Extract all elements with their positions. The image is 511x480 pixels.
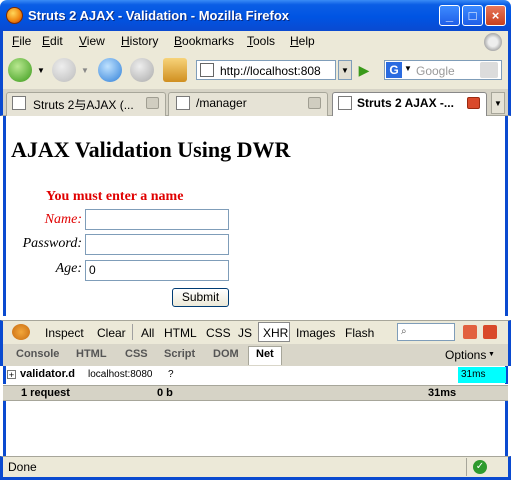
menu-file[interactable]: File xyxy=(12,34,31,48)
tab-list-icon[interactable]: ▼ xyxy=(491,92,505,114)
google-icon[interactable]: G xyxy=(386,62,402,78)
search-engine-dropdown-icon[interactable]: ▼ xyxy=(404,64,412,73)
menu-view[interactable]: View xyxy=(79,34,105,48)
error-message: You must enter a name xyxy=(46,189,184,204)
age-label: Age: xyxy=(55,261,82,276)
password-label: Password: xyxy=(22,236,82,251)
name-input[interactable] xyxy=(85,209,229,230)
page-icon xyxy=(200,63,214,77)
fb-filter-images[interactable]: Images xyxy=(296,326,335,340)
fb-tab-dom[interactable]: DOM xyxy=(213,348,239,360)
fb-tab-css[interactable]: CSS xyxy=(125,348,148,360)
tab-close-icon[interactable] xyxy=(467,97,480,109)
request-size: ? xyxy=(168,369,174,380)
fb-filter-html[interactable]: HTML xyxy=(164,326,197,340)
tab-page-icon xyxy=(12,96,26,110)
firebug-icon[interactable] xyxy=(12,324,30,340)
fb-filter-css[interactable]: CSS xyxy=(206,326,231,340)
search-icon: ⌕ xyxy=(401,326,407,337)
minimize-button[interactable]: _ xyxy=(439,5,460,26)
summary-size: 0 b xyxy=(157,387,173,399)
request-file: validator.d xyxy=(20,368,76,380)
menu-bookmarks[interactable]: Bookmarks xyxy=(174,34,234,48)
tab-close-icon[interactable] xyxy=(146,97,159,109)
tab-label: Struts 2 AJAX -... xyxy=(357,96,454,110)
fb-tab-html[interactable]: HTML xyxy=(76,348,107,360)
summary-requests: 1 request xyxy=(21,387,70,399)
forward-icon[interactable] xyxy=(52,58,76,82)
maximize-button[interactable]: □ xyxy=(462,5,483,26)
expand-icon[interactable]: + xyxy=(7,370,16,380)
fb-options-menu[interactable]: Options xyxy=(445,348,486,362)
fb-filter-flash[interactable]: Flash xyxy=(345,326,374,340)
tab-page-icon xyxy=(338,96,352,110)
fb-close-icon[interactable] xyxy=(483,325,497,339)
menu-history[interactable]: History xyxy=(121,34,158,48)
reload-icon[interactable] xyxy=(98,58,122,82)
search-placeholder: Google xyxy=(416,64,455,78)
fb-filter-all[interactable]: All xyxy=(141,326,154,340)
password-input[interactable] xyxy=(85,234,229,255)
name-label: Name: xyxy=(44,212,82,227)
throbber-icon xyxy=(484,33,502,51)
search-icon[interactable] xyxy=(480,62,498,78)
go-icon[interactable]: ▶ xyxy=(354,60,374,80)
firefox-icon xyxy=(6,7,23,24)
net-request-row[interactable] xyxy=(3,366,508,384)
summary-time: 31ms xyxy=(428,387,457,399)
window-title: Struts 2 AJAX - Validation - Mozilla Fir… xyxy=(28,8,290,23)
back-dropdown-icon[interactable]: ▼ xyxy=(37,66,45,75)
tab-label: /manager xyxy=(196,96,247,110)
net-panel-body xyxy=(3,401,508,456)
tab-close-icon[interactable] xyxy=(308,97,321,109)
check-icon[interactable]: ✓ xyxy=(473,460,487,474)
fb-tab-net[interactable]: Net xyxy=(256,348,274,360)
chevron-down-icon: ▼ xyxy=(488,351,495,358)
fb-minimize-icon[interactable] xyxy=(463,325,477,339)
fb-filter-xhr[interactable]: XHR xyxy=(263,326,288,340)
back-icon[interactable] xyxy=(8,58,32,82)
menu-edit[interactable]: Edit xyxy=(42,34,63,48)
fb-filter-js[interactable]: JS xyxy=(238,326,252,340)
fb-inspect-button[interactable]: Inspect xyxy=(45,326,84,340)
request-host: localhost:8080 xyxy=(88,369,153,380)
home-icon[interactable] xyxy=(163,58,187,82)
request-time: 31ms xyxy=(461,369,486,380)
divider xyxy=(132,324,133,340)
age-input[interactable]: 0 xyxy=(85,260,229,281)
menu-help[interactable]: Help xyxy=(290,34,315,48)
url-text: http://localhost:808 xyxy=(220,64,321,78)
close-button[interactable]: × xyxy=(485,5,506,26)
fb-tab-script[interactable]: Script xyxy=(164,348,195,360)
fb-tab-console[interactable]: Console xyxy=(16,348,59,360)
url-dropdown-icon[interactable]: ▼ xyxy=(338,60,352,80)
page-heading: AJAX Validation Using DWR xyxy=(11,137,291,162)
stop-icon[interactable] xyxy=(130,58,154,82)
menu-tools[interactable]: Tools xyxy=(247,34,275,48)
divider xyxy=(466,458,467,476)
tab-page-icon xyxy=(176,96,190,110)
forward-dropdown-icon[interactable]: ▼ xyxy=(81,66,89,75)
status-text: Done xyxy=(8,460,37,474)
fb-clear-button[interactable]: Clear xyxy=(97,326,126,340)
status-bar xyxy=(0,456,511,480)
submit-button[interactable]: Submit xyxy=(172,288,229,307)
tab-label: Struts 2与AJAX (... xyxy=(33,98,134,112)
